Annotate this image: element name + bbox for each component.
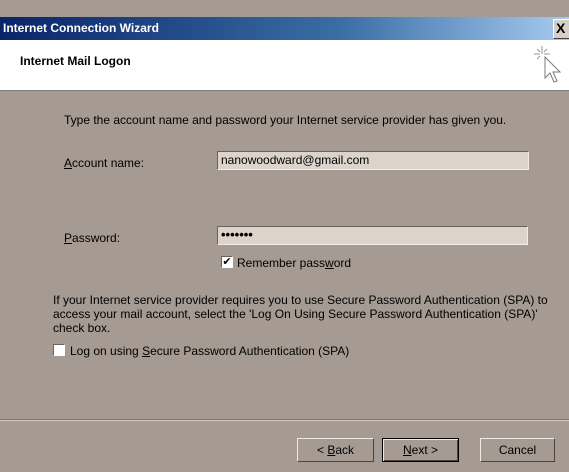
back-button[interactable]: < Back (297, 438, 374, 462)
next-button[interactable]: Next > (382, 438, 459, 462)
close-icon: X (556, 20, 566, 36)
title-bar[interactable]: Internet Connection Wizard X (0, 17, 569, 40)
cancel-button[interactable]: Cancel (480, 438, 555, 462)
spa-note-line-3: check box. (53, 321, 111, 335)
spa-note-line-2: access your mail account, select the 'Lo… (53, 307, 538, 321)
intro-text: Type the account name and password your … (64, 113, 507, 127)
password-input[interactable]: ••••••• (217, 226, 528, 245)
wizard-window: Internet Connection Wizard X Internet Ma… (0, 0, 569, 472)
spa-note-line-1: If your Internet service provider requir… (53, 293, 548, 307)
account-name-input[interactable]: nanowoodward@gmail.com (217, 151, 529, 170)
divider-highlight (0, 420, 569, 421)
close-button[interactable]: X (553, 19, 569, 39)
spa-checkbox-label[interactable]: Log on using Secure Password Authenticat… (70, 344, 349, 358)
account-name-label: Account name: (64, 156, 145, 170)
wizard-cursor-icon (529, 41, 569, 90)
password-label: Password: (64, 231, 121, 245)
checkmark-icon: ✔ (222, 256, 232, 268)
remember-password-label[interactable]: Remember password (237, 256, 351, 270)
remember-password-checkbox[interactable]: ✔ (221, 256, 233, 268)
account-name-value: nanowoodward@gmail.com (221, 153, 370, 167)
spa-checkbox[interactable] (53, 344, 65, 356)
window-title: Internet Connection Wizard (3, 21, 159, 35)
password-value: ••••••• (221, 227, 253, 242)
wizard-header: Internet Mail Logon (0, 40, 569, 91)
page-title: Internet Mail Logon (20, 54, 131, 68)
